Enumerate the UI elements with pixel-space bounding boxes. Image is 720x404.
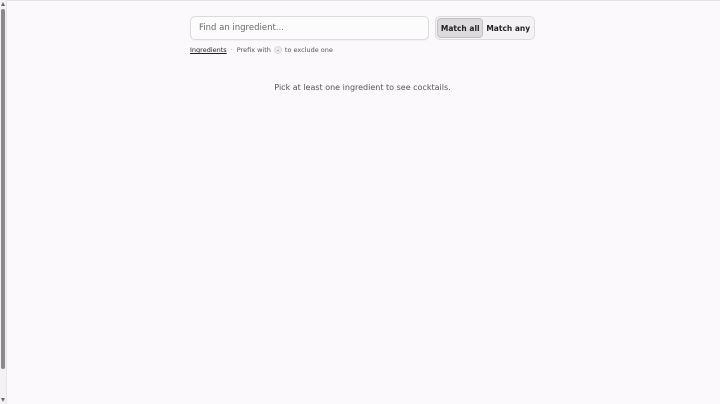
search-row: Match all Match any: [190, 16, 535, 40]
top-border: [0, 0, 720, 1]
empty-state-message: Pick at least one ingredient to see cock…: [274, 83, 451, 92]
match-mode-toggle: Match all Match any: [435, 16, 535, 40]
hint-separator: ·: [230, 46, 233, 54]
match-any-button[interactable]: Match any: [483, 18, 533, 38]
scroll-up-arrow-icon[interactable]: [1, 2, 5, 6]
search-hint: Ingredients · Prefix with - to exclude o…: [190, 44, 333, 56]
scrollbar-thumb[interactable]: [1, 9, 5, 369]
ingredient-search-input[interactable]: [190, 16, 429, 40]
vertical-scrollbar[interactable]: [0, 0, 7, 404]
hint-suffix-text: to exclude one: [284, 46, 333, 54]
ingredients-link[interactable]: Ingredients: [190, 46, 227, 54]
hint-prefix-text: Prefix with: [236, 46, 271, 54]
exclude-key-badge: -: [273, 46, 282, 54]
match-all-button[interactable]: Match all: [437, 18, 484, 38]
scroll-down-arrow-icon[interactable]: [1, 398, 5, 402]
